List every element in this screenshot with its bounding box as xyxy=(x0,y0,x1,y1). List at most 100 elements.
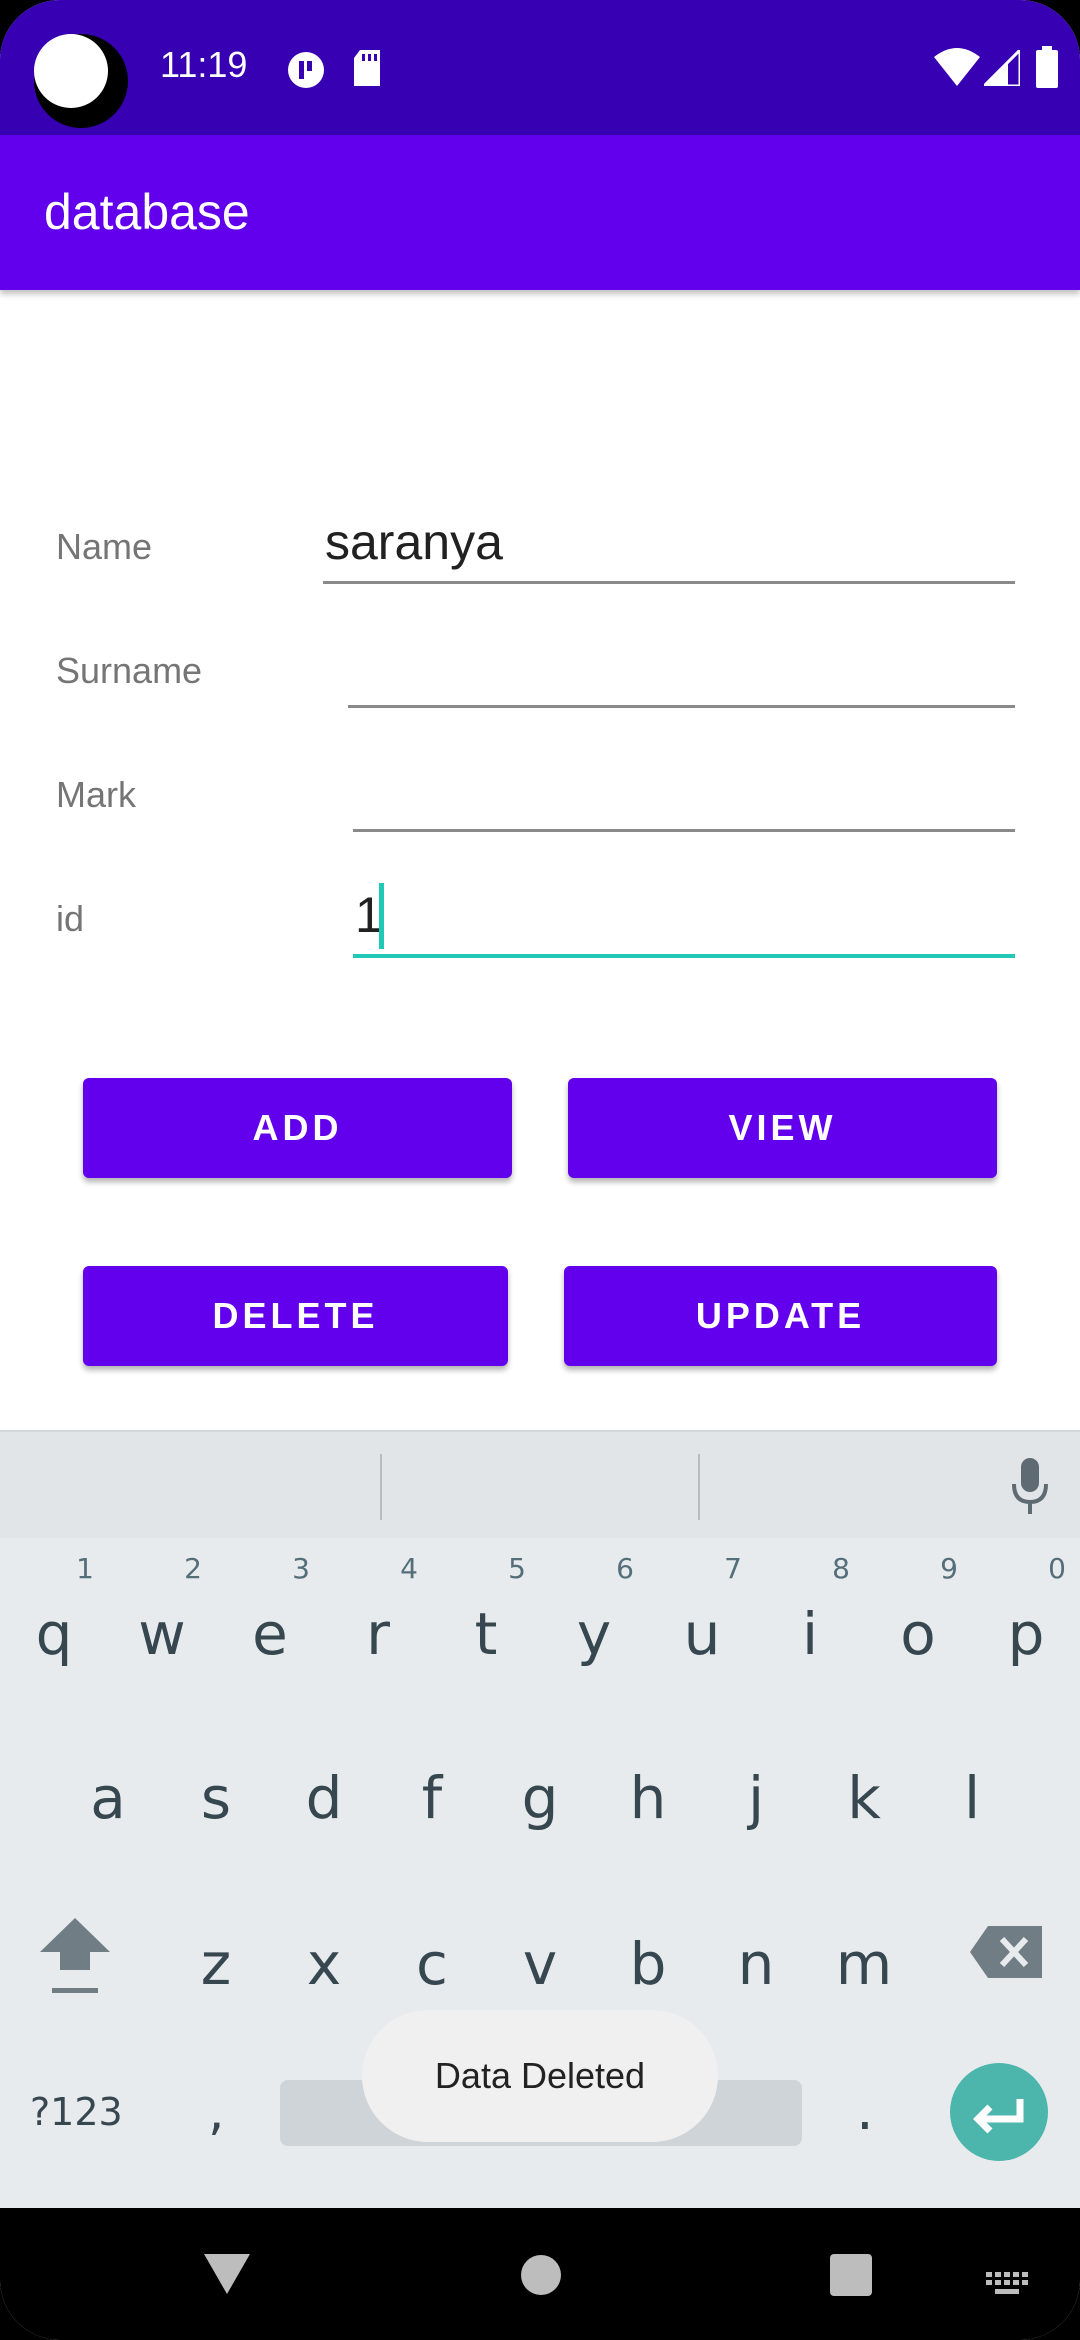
key-g[interactable]: g xyxy=(486,1716,594,1846)
key-number-hint: 2 xyxy=(184,1552,202,1585)
suggestion-divider xyxy=(380,1454,382,1520)
key-d[interactable]: d xyxy=(270,1716,378,1846)
key-letter: z xyxy=(200,1930,232,1998)
key-q[interactable]: 1q xyxy=(0,1552,108,1682)
cellular-signal-icon xyxy=(980,46,1022,90)
key-letter: t xyxy=(474,1600,498,1668)
key-number-hint: 5 xyxy=(508,1552,526,1585)
key-number-hint: 3 xyxy=(292,1552,310,1585)
key-number-hint: 8 xyxy=(832,1552,850,1585)
suggestion-divider xyxy=(698,1454,700,1520)
surname-label: Surname xyxy=(56,650,203,691)
device-screen: 11:19 database Name saranya Surname Mark… xyxy=(0,0,1080,2340)
comma-key[interactable]: , xyxy=(208,2082,225,2142)
key-letter: w xyxy=(138,1600,186,1668)
text-cursor xyxy=(379,883,384,949)
surname-field[interactable] xyxy=(348,638,1015,708)
key-number-hint: 1 xyxy=(76,1552,94,1585)
key-letter: l xyxy=(963,1764,981,1832)
backspace-icon[interactable] xyxy=(970,1926,1042,1982)
key-x[interactable]: x xyxy=(270,1882,378,2012)
key-letter: e xyxy=(252,1600,288,1668)
key-f[interactable]: f xyxy=(378,1716,486,1846)
delete-button[interactable]: DELETE xyxy=(83,1266,508,1366)
key-number-hint: 9 xyxy=(940,1552,958,1585)
key-number-hint: 6 xyxy=(616,1552,634,1585)
key-letter: y xyxy=(576,1600,612,1668)
enter-arrow-icon xyxy=(973,2099,1024,2134)
key-n[interactable]: n xyxy=(702,1882,810,2012)
key-i[interactable]: 8i xyxy=(756,1552,864,1682)
update-button[interactable]: UPDATE xyxy=(564,1266,997,1366)
battery-icon xyxy=(1036,46,1058,92)
key-letter: v xyxy=(522,1930,558,1998)
navigation-bar xyxy=(0,2208,1080,2340)
app-bar: database xyxy=(0,135,1080,290)
mark-label: Mark xyxy=(56,774,136,815)
name-label: Name xyxy=(56,526,153,567)
key-s[interactable]: s xyxy=(162,1716,270,1846)
enter-key[interactable] xyxy=(950,2063,1048,2161)
status-bar: 11:19 xyxy=(0,0,1080,135)
key-j[interactable]: j xyxy=(702,1716,810,1846)
app-notification-icon xyxy=(286,50,326,94)
key-letter: s xyxy=(200,1764,232,1832)
key-v[interactable]: v xyxy=(486,1882,594,2012)
period-key[interactable]: . xyxy=(856,2078,874,2143)
key-p[interactable]: 0p xyxy=(972,1552,1080,1682)
key-letter: x xyxy=(306,1930,342,1998)
key-letter: p xyxy=(1007,1600,1045,1668)
keyboard-switch-icon[interactable] xyxy=(986,2272,1030,2302)
key-a[interactable]: a xyxy=(54,1716,162,1846)
status-clock: 11:19 xyxy=(160,44,248,85)
key-u[interactable]: 7u xyxy=(648,1552,756,1682)
key-t[interactable]: 5t xyxy=(432,1552,540,1682)
key-letter: q xyxy=(35,1600,73,1668)
key-k[interactable]: k xyxy=(810,1716,918,1846)
key-o[interactable]: 9o xyxy=(864,1552,972,1682)
name-field-value: saranya xyxy=(325,514,503,570)
key-letter: j xyxy=(747,1764,765,1832)
key-letter: g xyxy=(521,1764,559,1832)
microphone-icon[interactable] xyxy=(1012,1458,1048,1518)
home-icon[interactable] xyxy=(520,2254,562,2300)
wifi-icon xyxy=(934,48,980,90)
key-h[interactable]: h xyxy=(594,1716,702,1846)
key-number-hint: 4 xyxy=(400,1552,418,1585)
key-m[interactable]: m xyxy=(810,1882,918,2012)
shift-icon[interactable] xyxy=(40,1918,110,2002)
key-y[interactable]: 6y xyxy=(540,1552,648,1682)
key-letter: i xyxy=(801,1600,819,1668)
back-icon[interactable] xyxy=(204,2254,250,2298)
key-z[interactable]: z xyxy=(162,1882,270,2012)
key-c[interactable]: c xyxy=(378,1882,486,2012)
camera-cutout xyxy=(34,34,128,128)
key-b[interactable]: b xyxy=(594,1882,702,2012)
key-letter: r xyxy=(366,1600,390,1668)
sd-card-icon xyxy=(352,50,382,90)
key-letter: u xyxy=(683,1600,721,1668)
key-e[interactable]: 3e xyxy=(216,1552,324,1682)
key-letter: d xyxy=(305,1764,343,1832)
add-button[interactable]: ADD xyxy=(83,1078,512,1178)
key-letter: o xyxy=(900,1600,936,1668)
key-letter: n xyxy=(737,1930,775,1998)
key-l[interactable]: l xyxy=(918,1716,1026,1846)
id-field[interactable]: 1 xyxy=(353,887,1015,958)
recents-icon[interactable] xyxy=(830,2254,872,2300)
key-number-hint: 0 xyxy=(1048,1552,1066,1585)
suggestion-strip xyxy=(0,1430,1080,1538)
key-letter: a xyxy=(90,1764,126,1832)
mark-field[interactable] xyxy=(353,762,1015,832)
view-button[interactable]: VIEW xyxy=(568,1078,997,1178)
key-r[interactable]: 4r xyxy=(324,1552,432,1682)
key-letter: c xyxy=(416,1930,448,1998)
key-number-hint: 7 xyxy=(724,1552,742,1585)
app-title: database xyxy=(44,184,250,240)
symbols-key[interactable]: ?123 xyxy=(30,2090,123,2134)
name-field[interactable]: saranya xyxy=(323,514,1015,584)
key-letter: b xyxy=(629,1930,667,1998)
id-label: id xyxy=(56,898,85,939)
key-w[interactable]: 2w xyxy=(108,1552,216,1682)
toast-message: Data Deleted xyxy=(362,2010,718,2142)
